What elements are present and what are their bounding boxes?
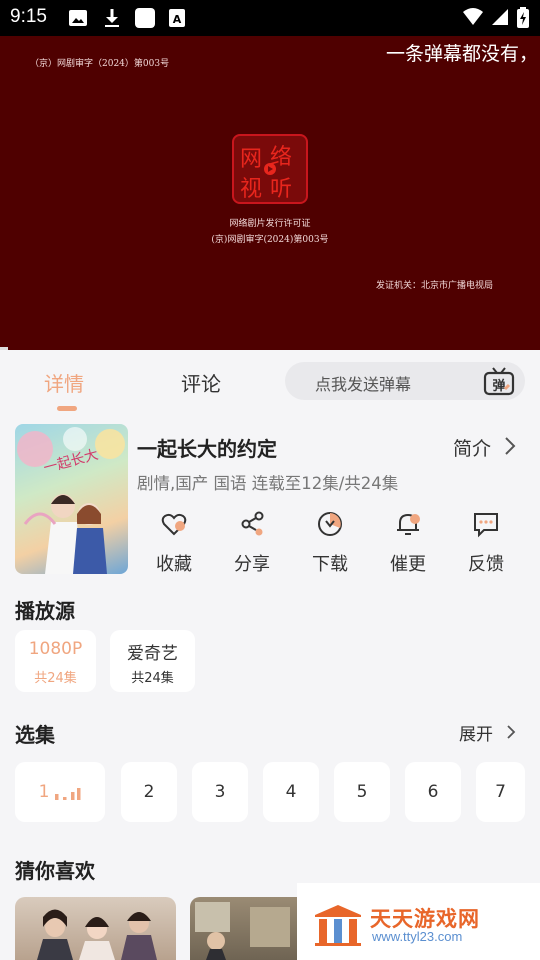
share-button[interactable]: 分享 (213, 508, 291, 578)
site-watermark: 天天游戏网 www.ttyl23.com (297, 883, 540, 960)
action-bar: 收藏 分享 下载 催更 反馈 (135, 508, 535, 578)
episode-4-button[interactable]: 4 (263, 762, 319, 822)
episode-6-button[interactable]: 6 (405, 762, 461, 822)
svg-text:网: 网 (240, 147, 262, 172)
sources-title: 播放源 (15, 599, 75, 623)
svg-text:听: 听 (270, 177, 292, 202)
heart-icon (161, 513, 187, 536)
movie-title: 一起长大的约定 (137, 437, 277, 461)
episode-5-button[interactable]: 5 (334, 762, 390, 822)
movie-meta: 剧情,国产 国语 连载至12集/共24集 (137, 474, 399, 493)
episode-3-button[interactable]: 3 (192, 762, 248, 822)
danmu-scroll-text: 一条弹幕都没有， (386, 43, 539, 65)
square-app-icon (135, 8, 155, 28)
certificate-title: 网络剧片发行许可证 (229, 219, 311, 229)
danmu-input[interactable]: 点我发送弹幕 弹 (285, 362, 525, 400)
chevron-right-icon[interactable] (503, 436, 517, 456)
certificate-issuer: 发证机关：北京市广播电视局 (376, 281, 494, 291)
favorite-button[interactable]: 收藏 (135, 508, 213, 578)
episodes-title: 选集 (15, 723, 55, 747)
source-count: 共24集 (34, 671, 77, 686)
watermark-site-url: www.ttyl23.com (372, 929, 463, 944)
license-seal-logo: 网 络 视 听 (232, 134, 308, 204)
share-icon (241, 511, 264, 536)
status-time: 9:15 (10, 6, 47, 27)
share-label: 分享 (234, 554, 270, 575)
recommend-card-2[interactable] (190, 897, 310, 960)
playing-bars-icon (55, 788, 81, 800)
episode-number: 5 (356, 782, 368, 802)
download-button[interactable]: 下载 (291, 508, 369, 578)
license-number-top: （京）网剧审字（2024）第003号 (30, 59, 170, 69)
danmu-input-placeholder: 点我发送弹幕 (315, 375, 412, 394)
tab-detail[interactable]: 详情 (44, 368, 84, 397)
source-count: 共24集 (131, 671, 174, 686)
tab-comment[interactable]: 评论 (181, 368, 221, 397)
site-logo-icon (315, 905, 361, 946)
font-a-icon: A (169, 9, 185, 27)
danmu-button-label: 弹 (492, 378, 505, 394)
episode-number: 3 (214, 782, 226, 802)
source-quality: 爱奇艺 (127, 644, 178, 664)
status-bar: 9:15 A (0, 0, 540, 36)
svg-text:A: A (173, 13, 182, 26)
episode-number: 4 (285, 782, 297, 802)
poster-image[interactable]: 一起长大 (15, 424, 128, 574)
episode-7-button[interactable]: 7 (476, 762, 525, 822)
battery-icon (517, 7, 529, 28)
urge-update-button[interactable]: 催更 (369, 508, 447, 578)
video-player[interactable]: （京）网剧审字（2024）第003号 一条弹幕都没有， 网 络 视 听 网络剧片… (0, 36, 540, 350)
download-label: 下载 (312, 554, 348, 575)
feedback-icon (474, 513, 498, 538)
danmu-tv-icon[interactable]: 弹 (483, 365, 515, 397)
episode-1-button[interactable]: 1 (15, 762, 105, 822)
recommend-title: 猜你喜欢 (15, 859, 95, 883)
episode-2-button[interactable]: 2 (121, 762, 177, 822)
download-icon (105, 9, 119, 27)
detail-tabs-row: 详情 评论 点我发送弹幕 弹 (0, 350, 540, 416)
chevron-right-icon[interactable] (505, 724, 517, 740)
urge-update-label: 催更 (390, 554, 426, 575)
episode-number: 6 (427, 782, 439, 802)
feedback-label: 反馈 (468, 554, 504, 575)
favorite-label: 收藏 (156, 554, 192, 575)
episode-number: 2 (143, 782, 155, 802)
feedback-button[interactable]: 反馈 (447, 508, 525, 578)
image-icon (69, 10, 87, 26)
download-icon (318, 512, 342, 536)
svg-text:视: 视 (240, 177, 262, 202)
signal-icon (492, 9, 508, 25)
expand-episodes-link[interactable]: 展开 (459, 720, 493, 745)
source-1080p[interactable]: 1080P 共24集 (15, 630, 96, 692)
intro-link[interactable]: 简介 (453, 434, 491, 461)
source-quality: 1080P (28, 639, 83, 659)
bell-icon (397, 513, 420, 535)
recommend-card-1[interactable] (15, 897, 176, 960)
tab-active-indicator (57, 406, 77, 411)
source-iqiyi[interactable]: 爱奇艺 共24集 (110, 630, 195, 692)
wifi-icon (463, 8, 483, 25)
episode-number: 7 (495, 782, 506, 802)
certificate-number: (京)网剧审字(2024)第003号 (211, 235, 329, 245)
